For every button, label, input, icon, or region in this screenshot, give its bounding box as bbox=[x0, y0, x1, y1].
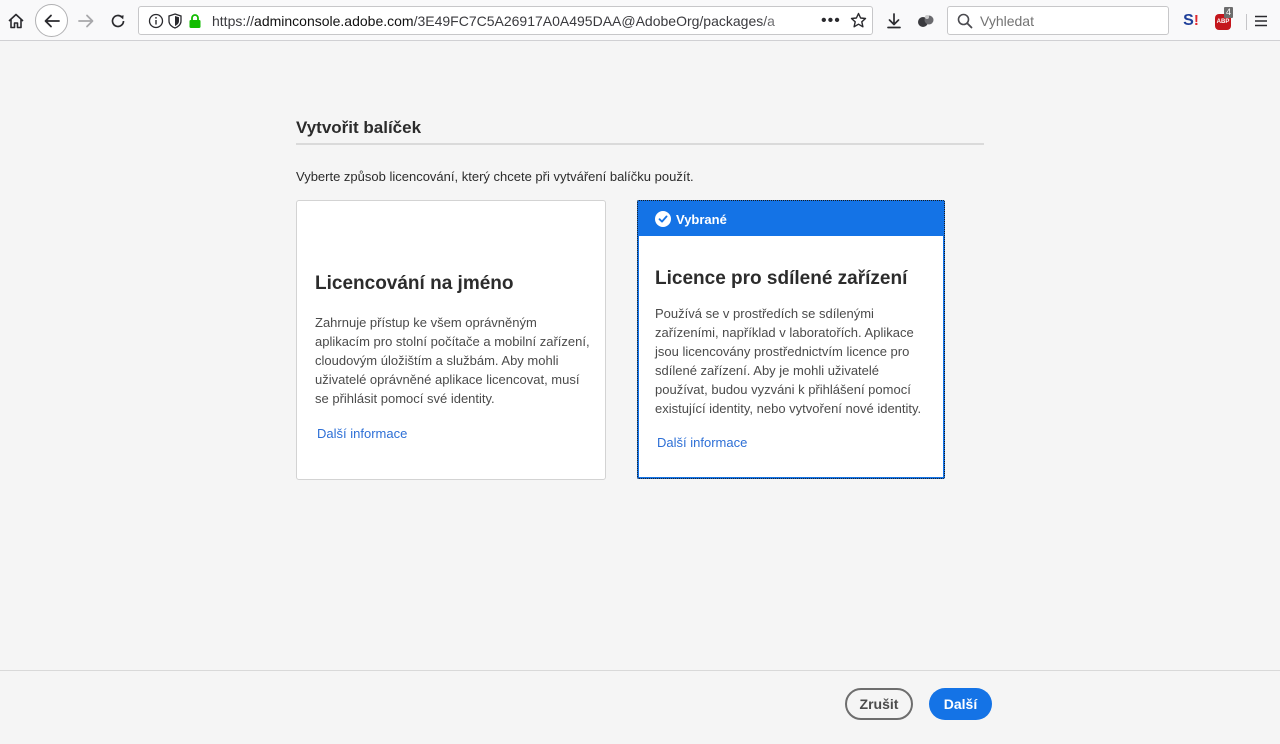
page-actions-icon[interactable]: ••• bbox=[821, 12, 841, 30]
lock-icon[interactable] bbox=[188, 13, 202, 34]
adblock-badge: 4 bbox=[1224, 6, 1234, 18]
page-description: Vyberte způsob licencování, který chcete… bbox=[296, 169, 694, 184]
card-title: Licence pro sdílené zařízení bbox=[655, 268, 908, 289]
url-path: /3E49FC7C5A26917A0A495DAA@AdobeOrg/packa… bbox=[413, 13, 775, 29]
title-divider bbox=[296, 143, 984, 145]
tracking-shield-icon[interactable] bbox=[168, 13, 182, 34]
menu-icon[interactable] bbox=[1251, 0, 1271, 41]
card-title: Licencování na jméno bbox=[315, 273, 514, 294]
reload-icon[interactable] bbox=[107, 0, 129, 41]
cancel-button[interactable]: Zrušit bbox=[845, 688, 913, 720]
footer-bar bbox=[0, 670, 1280, 744]
url-host: adminconsole.adobe.com bbox=[254, 13, 414, 29]
adblock-label: ABP bbox=[1216, 18, 1230, 25]
page-title: Vytvořit balíček bbox=[296, 118, 422, 137]
downloads-icon[interactable] bbox=[884, 0, 904, 41]
learn-more-link[interactable]: Další informace bbox=[657, 435, 747, 450]
forward-icon[interactable] bbox=[75, 0, 97, 41]
bookmark-star-icon[interactable] bbox=[850, 12, 867, 34]
url-protocol: https:// bbox=[212, 13, 255, 29]
checkmark-icon bbox=[655, 211, 671, 227]
card-description: Používá se v prostředích se sdílenými za… bbox=[655, 306, 922, 416]
url-text[interactable]: https://adminconsole.adobe.com/3E49FC7C5… bbox=[212, 13, 812, 29]
next-button[interactable]: Další bbox=[929, 688, 992, 720]
search-icon bbox=[957, 13, 973, 34]
info-icon[interactable] bbox=[148, 13, 164, 34]
back-icon[interactable] bbox=[35, 4, 68, 37]
learn-more-link[interactable]: Další informace bbox=[317, 426, 407, 441]
search-input[interactable]: Vyhledat bbox=[980, 13, 1034, 29]
page-header: Vytvořit balíček bbox=[296, 118, 984, 145]
home-icon[interactable] bbox=[4, 0, 28, 41]
card-shared-device-licensing[interactable]: Vybrané Licence pro sdílené zařízení Pou… bbox=[637, 200, 945, 479]
card-named-user-licensing[interactable]: Licencování na jméno Zahrnuje přístup ke… bbox=[296, 200, 606, 480]
browser-toolbar: https://adminconsole.adobe.com/3E49FC7C5… bbox=[0, 0, 1280, 41]
extension-s-label: S bbox=[1183, 11, 1194, 29]
url-bar[interactable]: https://adminconsole.adobe.com/3E49FC7C5… bbox=[138, 6, 873, 35]
extension-s-icon[interactable]: S! bbox=[1180, 0, 1202, 41]
toolbar-separator bbox=[1246, 14, 1247, 30]
selected-label: Vybrané bbox=[676, 211, 727, 227]
adblock-icon[interactable]: ABP 4 bbox=[1210, 0, 1238, 41]
extension-blobs-icon[interactable] bbox=[915, 0, 937, 41]
search-bar[interactable]: Vyhledat bbox=[947, 6, 1169, 35]
url-fade bbox=[759, 9, 819, 33]
card-description: Zahrnuje přístup ke všem oprávněným apli… bbox=[315, 315, 590, 406]
selected-banner: Vybrané bbox=[639, 202, 943, 236]
